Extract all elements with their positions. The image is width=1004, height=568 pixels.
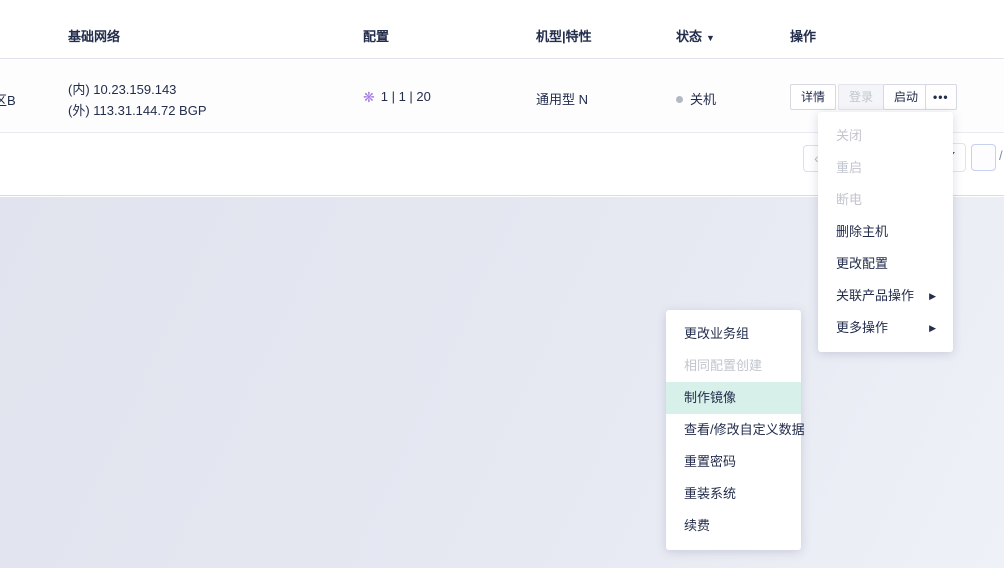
submenu-item-custom-data[interactable]: 查看/修改自定义数据: [666, 414, 801, 446]
status-header-label: 状态: [676, 29, 702, 44]
menu-item-poweroff[interactable]: 断电: [818, 184, 953, 216]
config-cell: ❋ 1 | 1 | 20: [363, 89, 431, 106]
page-jump-input[interactable]: [971, 144, 996, 171]
menu-item-shutdown[interactable]: 关闭: [818, 120, 953, 152]
submenu-arrow-icon: ▶: [929, 312, 936, 344]
internal-ip: (内) 10.23.159.143: [68, 79, 176, 98]
zone-cell: 可用区B: [0, 90, 16, 109]
menu-item-change-config[interactable]: 更改配置: [818, 248, 953, 280]
login-button[interactable]: 登录: [838, 84, 884, 110]
config-value: 1 | 1 | 20: [381, 89, 431, 104]
col-header-network: 基础网络: [68, 26, 120, 45]
more-actions-button[interactable]: •••: [925, 84, 957, 110]
col-header-machine-type: 机型|特性: [536, 26, 592, 45]
start-button[interactable]: 启动: [883, 84, 929, 110]
cpu-flower-icon: ❋: [363, 89, 375, 105]
menu-item-label: 关联产品操作: [836, 288, 914, 303]
external-ip: (外) 113.31.144.72 BGP: [68, 100, 207, 119]
menu-item-related-product-actions[interactable]: 关联产品操作 ▶: [818, 280, 953, 312]
table-header: 基础网络 配置 机型|特性 状态 ▼ 操作: [0, 0, 1004, 59]
status-label: 关机: [690, 92, 716, 107]
status-cell: 关机: [676, 89, 716, 108]
submenu-item-reset-password[interactable]: 重置密码: [666, 446, 801, 478]
submenu-item-create-same-config[interactable]: 相同配置创建: [666, 350, 801, 382]
menu-item-more-actions[interactable]: 更多操作 ▶: [818, 312, 953, 344]
more-actions-submenu: 更改业务组 相同配置创建 制作镜像 查看/修改自定义数据 重置密码 重装系统 续…: [666, 310, 801, 550]
detail-button[interactable]: 详情: [790, 84, 836, 110]
submenu-item-change-business-group[interactable]: 更改业务组: [666, 318, 801, 350]
server-list-page: 基础网络 配置 机型|特性 状态 ▼ 操作 可用区B (内) 10.23.159.…: [0, 0, 1004, 568]
submenu-arrow-icon: ▶: [929, 280, 936, 312]
machine-type-cell: 通用型 N: [536, 89, 588, 108]
submenu-item-create-image[interactable]: 制作镜像: [666, 382, 801, 414]
col-header-actions: 操作: [790, 26, 816, 45]
page-separator: /: [999, 148, 1003, 163]
more-actions-context-menu: 关闭 重启 断电 删除主机 更改配置 关联产品操作 ▶ 更多操作 ▶: [818, 112, 953, 352]
col-header-config: 配置: [363, 26, 389, 45]
col-header-status[interactable]: 状态 ▼: [676, 26, 715, 45]
status-filter-icon[interactable]: ▼: [706, 33, 715, 43]
submenu-item-renew[interactable]: 续费: [666, 510, 801, 542]
status-dot-icon: [676, 96, 683, 103]
menu-item-label: 更多操作: [836, 320, 888, 335]
submenu-item-reinstall-system[interactable]: 重装系统: [666, 478, 801, 510]
menu-item-restart[interactable]: 重启: [818, 152, 953, 184]
menu-item-delete-host[interactable]: 删除主机: [818, 216, 953, 248]
